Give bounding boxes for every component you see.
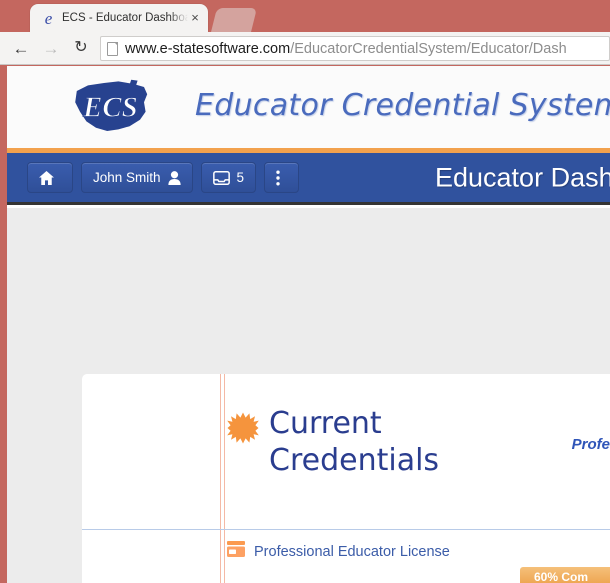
back-icon[interactable]: ← [8,35,34,61]
main-navbar: John Smith 5 Educator Dash [7,153,610,205]
user-button[interactable]: John Smith [81,162,193,193]
credentials-table: Current Credentials Professio [82,374,610,583]
overflow-menu-button[interactable] [264,162,300,193]
tab-strip: e ECS - Educator Dashboard × [0,0,610,32]
inbox-icon [212,170,230,185]
license-line: Professional Educator License [227,541,610,562]
credentials-heading-text: Current Credentials [269,406,440,478]
forward-icon[interactable]: → [38,35,64,61]
credentials-heading: Current Credentials [227,406,610,479]
sunburst-icon [227,412,261,449]
new-tab-button[interactable] [211,8,257,32]
page-background: Current Credentials Professio [7,208,610,583]
page-document-icon [107,41,118,56]
vertical-dots-icon [276,170,280,186]
content-panel: Current Credentials Professio [82,374,610,583]
credentials-heading-right: Professio [571,436,610,453]
e-logo-icon: e [44,8,53,28]
reload-icon[interactable]: ↻ [68,35,94,61]
url-path: /EducatorCredentialSystem/Educator/Dash [290,40,567,57]
license-label: Professional Educator License [254,543,450,560]
url-text: www.e-statesoftware.com/EducatorCredenti… [125,41,567,57]
id-card-icon [227,541,245,562]
brand-title: Educator Credential System [195,88,610,123]
person-icon [167,170,181,185]
browser-window: e ECS - Educator Dashboard × ← → ↻ www.e… [0,0,610,583]
page-viewport: ECS Educator Credential System John Smit… [7,66,610,583]
tab-title: ECS - Educator Dashboard [62,12,188,24]
ecs-logo-icon: ECS [75,79,148,131]
credentials-heading-row: Current Credentials Professio [82,374,610,529]
license-row[interactable]: Professional Educator License 60 60% Com [82,529,610,583]
close-icon[interactable]: × [188,11,202,25]
url-domain: www.e-statesoftware.com [125,40,291,57]
address-bar[interactable]: www.e-statesoftware.com/EducatorCredenti… [100,36,610,61]
site-header: ECS Educator Credential System [7,66,610,148]
svg-text:ECS: ECS [82,92,137,124]
browser-tab[interactable]: e ECS - Educator Dashboard × [30,4,208,32]
page-title: Educator Dash [435,162,610,192]
user-button-label: John Smith [93,170,161,185]
inbox-button[interactable]: 5 [200,162,257,193]
browser-toolbar: ← → ↻ www.e-statesoftware.com/EducatorCr… [0,32,610,65]
license-progress-badge: 60% Com [520,567,610,583]
home-icon [39,170,54,185]
inbox-count: 5 [236,170,245,185]
home-button[interactable] [27,162,73,193]
